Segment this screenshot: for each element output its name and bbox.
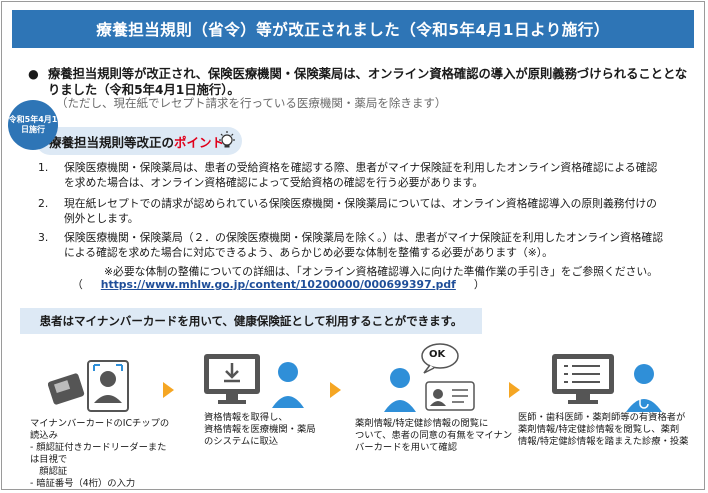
step-2-text: 資格情報を取得し、 資格情報を医療機関・薬局 のシステムに取込 <box>204 412 316 447</box>
process-flow: OK マイナンバーカードのICチップの読込み - 顔認証付きカードリーダーまたは… <box>0 340 708 490</box>
ok-label: OK <box>429 349 446 360</box>
doctor-icon <box>626 364 662 412</box>
list-item: 3. 保険医療機関・保険薬局（２．の保険医療機関・保険薬局を除く。）は、患者がマ… <box>38 231 664 259</box>
usage-caption: 患者はマイナンバーカードを用いて、健康保険証として利用することができます。 <box>20 308 482 334</box>
flow-arrow <box>509 382 520 398</box>
point-heading-label: 療養担当規則等改正のポイント <box>49 134 225 150</box>
page-title: 療養担当規則（省令）等が改正されました（令和5年4月1日より施行） <box>12 10 694 48</box>
bullet-note: （ただし、現在紙でレセプト請求を行っている医療機関・薬局を除きます） <box>56 96 447 110</box>
flow-arrow <box>163 382 174 398</box>
list-item: 2. 現在紙レセプトでの請求が認められている保険医療機関・保険薬局については、オ… <box>38 197 657 225</box>
bullet-text: 療養担当規則等が改正され、保険医療機関・保険薬局は、オンライン資格確認の導入が原… <box>48 67 688 97</box>
bullet-dot: ● <box>28 67 39 81</box>
main-bullet: ● 療養担当規則等が改正され、保険医療機関・保険薬局は、オンライン資格確認の導入… <box>22 66 692 98</box>
lightbulb-icon <box>219 131 235 148</box>
point-heading: 療養担当規則等改正のポイント <box>36 127 242 155</box>
reference-link[interactable]: https://www.mhlw.go.jp/content/10200000/… <box>101 278 456 291</box>
flow-arrow <box>330 382 341 398</box>
step-4-text: 医師・歯科医師・薬剤師等の有資格者が 薬剤情報/特定健診情報を閲覧し、薬剤 情報… <box>518 412 689 447</box>
step-1-text: マイナンバーカードのICチップの読込み - 顔認証付きカードリーダーまたは目視で… <box>30 418 170 489</box>
id-card-reader-icon <box>48 360 129 412</box>
computer-download-icon <box>204 354 304 408</box>
monitor-list-icon <box>552 354 662 412</box>
effective-date-stamp: 令和5年4月1日施行 <box>8 100 58 150</box>
list-item: 1. 保険医療機関・保険薬局は、患者の受給資格を確認する際、患者がマイナ保険証を… <box>38 161 658 189</box>
step-3-text: 薬剤情報/特定健診情報の閲覧に ついて、患者の同意の有無をマイナン バーカードを… <box>355 418 513 453</box>
reference-link-line: （https://www.mhlw.go.jp/content/10200000… <box>72 278 485 291</box>
